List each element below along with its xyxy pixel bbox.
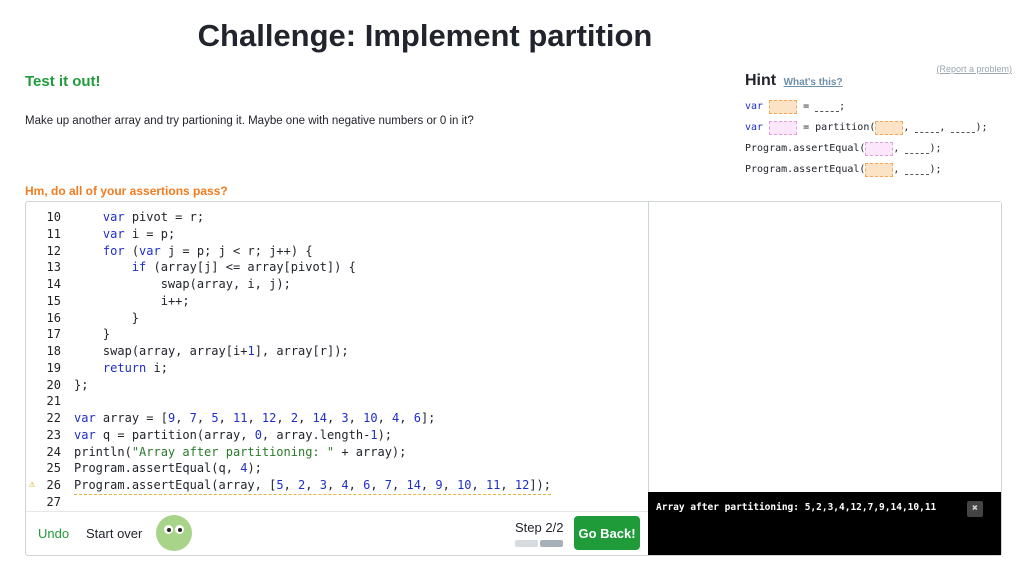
assertion-question: Hm, do all of your assertions pass? (25, 184, 228, 198)
code-line[interactable]: 27 (25, 494, 648, 511)
code-line[interactable]: 20}; (25, 377, 648, 394)
code-line[interactable]: 24 println("Array after partitioning: " +… (25, 444, 648, 461)
hint-panel: Hint What's this? var = ; var = partitio… (745, 72, 988, 180)
code-line[interactable]: 11 var i = p; (25, 226, 648, 243)
output-canvas[interactable] (648, 202, 1001, 492)
code-line[interactable]: 10 var pivot = r; (25, 209, 648, 226)
code-text: } (74, 310, 140, 325)
code-text: if (array[j] <= array[pivot]) { (131, 260, 356, 275)
code-text: var pivot = r; (102, 210, 205, 224)
start-over-button[interactable]: Start over (86, 526, 142, 541)
code-line[interactable]: 13 if (array[j] <= array[pivot]) { (25, 259, 648, 276)
line-number: 24 (46, 444, 61, 459)
line-number: 12 (46, 243, 61, 258)
code-line[interactable]: 18 swap(array, array[i+1], array[r]); (25, 343, 648, 360)
code-line[interactable]: 22 var array = [9, 7, 5, 11, 12, 2, 14, 3… (25, 410, 648, 427)
code-line[interactable]: 12 for (var j = p; j < r; j++) { (25, 243, 648, 260)
hint-title: Hint (745, 72, 777, 89)
code-line[interactable]: 14 swap(array, i, j); (25, 276, 648, 293)
instructions-text: Make up another array and try partioning… (25, 115, 474, 127)
console-output: Array after partitioning: 5,2,3,4,12,7,9… (648, 492, 1001, 555)
step-segment-1 (515, 540, 538, 547)
avatar (156, 515, 192, 551)
code-text: i++; (160, 293, 190, 308)
line-number: 22 (46, 411, 61, 425)
code-text: for (var j = p; j < r; j++) { (102, 243, 313, 258)
line-number: 21 (46, 394, 61, 409)
code-text: var q = partition(array, 0, array.length… (74, 427, 393, 442)
line-number: 13 (46, 260, 61, 275)
hint-line-4: Program.assertEqual(, ); (745, 162, 942, 177)
go-back-button[interactable]: Go Back! (574, 516, 640, 550)
hint-code: var = ; var = partition(, , ); Program.a… (745, 96, 988, 180)
hint-blank (875, 120, 904, 135)
code-line[interactable]: 25 Program.assertEqual(q, 4); (25, 460, 648, 477)
line-number: 27 (46, 494, 61, 509)
hint-line-3: Program.assertEqual(, ); (745, 141, 942, 156)
console-text: Array after partitioning: 5,2,3,4,12,7,9… (656, 502, 937, 513)
code-text: return i; (102, 360, 168, 375)
test-heading: Test it out! (25, 73, 101, 90)
hint-blank (865, 162, 894, 177)
undo-button[interactable]: Undo (38, 526, 69, 541)
hint-line-2: var = partition(, , ); (745, 120, 988, 135)
line-number: 11 (46, 226, 61, 241)
code-text: }; (74, 377, 89, 392)
line-number: 16 (46, 310, 61, 325)
hint-line-1: var = ; (745, 99, 846, 114)
hint-blank (769, 120, 798, 135)
code-line[interactable]: 21 (25, 393, 648, 410)
code-line[interactable]: 26 ⚠ Program.assertEqual(array, [5, 2, 3, … (25, 477, 648, 495)
code-line[interactable]: 15 i++; (25, 293, 648, 310)
editor-footer: Undo Start over Step 2/2 Go Back! (26, 511, 648, 555)
code-text: Program.assertEqual(array, [5, 2, 3, 4, … (74, 477, 552, 495)
line-number: 26 ⚠ (29, 477, 61, 494)
code-text: Program.assertEqual(q, 4); (74, 461, 262, 476)
line-number: 15 (46, 293, 61, 308)
code-text: } (74, 327, 111, 342)
code-text: var array = [9, 7, 5, 11, 12, 2, 14, 3, … (74, 411, 436, 425)
code-text: swap(array, array[i+1], array[r]); (102, 344, 349, 358)
line-number: 19 (46, 360, 61, 375)
step-label: Step 2/2 (515, 520, 564, 535)
close-icon[interactable]: ✖ (967, 501, 983, 517)
line-number: 10 (46, 210, 61, 224)
line-number: 23 (46, 427, 61, 442)
whats-this-link[interactable]: What's this? (784, 77, 843, 88)
line-number: 17 (46, 327, 61, 342)
hint-blank (865, 141, 894, 156)
line-number: 25 (46, 461, 61, 476)
code-line[interactable]: 19 return i; (25, 360, 648, 377)
code-line[interactable]: 16 } (25, 310, 648, 327)
code-editor[interactable]: 10 var pivot = r; 11 var i = p; 12 for (va… (25, 201, 648, 511)
code-text: var i = p; (102, 226, 176, 241)
line-number: 20 (46, 377, 61, 392)
step-segment-2 (540, 540, 563, 547)
code-line[interactable]: 23 var q = partition(array, 0, array.leng… (25, 427, 648, 444)
page-title: Challenge: Implement partition (197, 18, 653, 53)
code-text: println("Array after partitioning: " + a… (74, 444, 407, 459)
step-progress (515, 540, 563, 547)
warning-icon[interactable]: ⚠ (29, 477, 35, 494)
hint-blank (769, 99, 798, 114)
code-line[interactable]: 17 } (25, 326, 648, 343)
code-text: swap(array, i, j); (160, 277, 291, 291)
line-number: 18 (46, 344, 61, 358)
line-number: 14 (46, 277, 61, 291)
